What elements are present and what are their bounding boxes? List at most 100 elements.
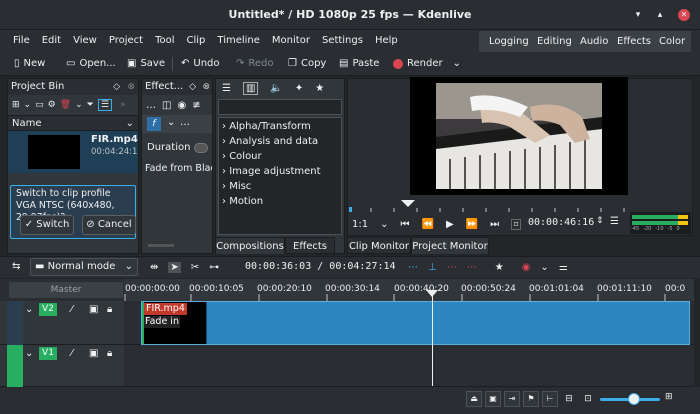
monitor-menu-icon[interactable]: ☰ bbox=[610, 216, 619, 227]
select-tool-icon[interactable]: ➤ bbox=[168, 261, 181, 273]
lock-icon[interactable]: 🔒︎ bbox=[107, 348, 112, 359]
record-icon[interactable]: ◉ bbox=[522, 262, 531, 273]
film-icon[interactable]: ▣ bbox=[89, 348, 98, 359]
effect-category-misc[interactable]: › Misc bbox=[219, 179, 341, 194]
more-icon[interactable]: … bbox=[180, 117, 190, 128]
render-button[interactable]: Render ⌄ bbox=[393, 52, 461, 76]
switch-button[interactable]: ✓ Switch bbox=[20, 215, 74, 235]
effects-search-input[interactable] bbox=[218, 99, 342, 115]
chevron-down-icon[interactable]: ⌄ bbox=[25, 304, 33, 315]
effect-row[interactable]: f ⌄ … bbox=[142, 115, 212, 133]
monitor-timecode[interactable]: 00:00:46:16 bbox=[528, 217, 594, 228]
custom-effect-icon[interactable]: ✦ bbox=[295, 83, 303, 94]
compare-icon[interactable]: ◫ bbox=[162, 100, 171, 111]
open-button[interactable]: ▭ Open... bbox=[66, 52, 116, 76]
workspace-effects[interactable]: Effects bbox=[612, 31, 656, 53]
tab-compositions[interactable]: Compositions bbox=[215, 237, 285, 254]
effect-category-alpha[interactable]: › Alpha/Transform bbox=[219, 119, 341, 134]
workspace-color[interactable]: Color bbox=[654, 31, 690, 53]
settings-icon[interactable]: ⚙ bbox=[48, 100, 56, 110]
eye-icon[interactable]: ◉ bbox=[177, 100, 186, 111]
track-name-v2[interactable]: V2 bbox=[39, 303, 57, 316]
more-icon[interactable]: … bbox=[146, 100, 156, 111]
track-menu-icon[interactable]: ⇆ bbox=[12, 261, 20, 272]
menu-edit[interactable]: Edit bbox=[36, 30, 67, 52]
track-area-v1[interactable] bbox=[124, 345, 694, 387]
extract-icon[interactable]: ⋯ bbox=[467, 262, 477, 273]
duration-slider[interactable] bbox=[194, 143, 208, 153]
chevron-down-icon[interactable]: ⌄ bbox=[25, 348, 33, 359]
workspace-editing[interactable]: Editing bbox=[532, 31, 577, 53]
audio-thumbnail-icon[interactable]: ⇥ bbox=[504, 391, 520, 407]
settings-icon[interactable]: ⚌ bbox=[559, 262, 568, 273]
master-track-button[interactable]: Master bbox=[9, 282, 123, 298]
new-button[interactable]: ▯ New bbox=[14, 52, 45, 76]
audio-icon[interactable]: 🔈 bbox=[270, 83, 282, 94]
tab-clip-monitor[interactable]: Clip Monitor bbox=[347, 237, 411, 254]
zoom-fit-icon[interactable]: ⊡ bbox=[580, 391, 596, 407]
undo-button[interactable]: ↶ Undo bbox=[181, 52, 220, 76]
rewind-icon[interactable]: ⏪ bbox=[421, 219, 433, 230]
skip-forward-icon[interactable]: ⏭ bbox=[490, 219, 499, 230]
effect-category-colour[interactable]: › Colour bbox=[219, 149, 341, 164]
workspace-audio[interactable]: Audio bbox=[575, 31, 613, 53]
add-clip-icon[interactable]: ⊞ bbox=[12, 100, 20, 110]
effect-category-analysis[interactable]: › Analysis and data bbox=[219, 134, 341, 149]
effect-category-image[interactable]: › Image adjustment bbox=[219, 164, 341, 179]
track-target-indicator[interactable] bbox=[7, 345, 23, 387]
monitor-ruler[interactable] bbox=[349, 200, 691, 212]
menu-timeline[interactable]: Timeline bbox=[211, 30, 266, 52]
menu-file[interactable]: File bbox=[7, 30, 36, 52]
track-name-v1[interactable]: V1 bbox=[39, 347, 57, 360]
float-icon[interactable]: ◇ bbox=[113, 79, 120, 95]
zoom-out-icon[interactable]: ⊟ bbox=[561, 391, 577, 407]
spacer-tool-icon[interactable]: ⇹ bbox=[150, 262, 158, 273]
redo-button[interactable]: ↷ Redo bbox=[236, 52, 274, 76]
video-icon[interactable]: ▥ bbox=[242, 81, 259, 95]
overwrite-icon[interactable]: ⊥ bbox=[428, 262, 437, 273]
copy-button[interactable]: ❐ Copy bbox=[288, 52, 326, 76]
favorite-icon[interactable]: ★ bbox=[495, 262, 504, 273]
film-icon[interactable]: ▣ bbox=[485, 391, 501, 407]
menu-tool[interactable]: Tool bbox=[149, 30, 180, 52]
lift-icon[interactable]: ⋯ bbox=[447, 262, 457, 273]
menu-settings[interactable]: Settings bbox=[316, 30, 369, 52]
chevron-down-icon[interactable]: ⌄ bbox=[24, 100, 32, 110]
cancel-button[interactable]: ⊘ Cancel bbox=[82, 215, 136, 235]
lock-icon[interactable]: 🔒︎ bbox=[107, 304, 112, 315]
bin-column-header[interactable]: Name ⌄ bbox=[8, 115, 138, 131]
forward-icon[interactable]: ⏩ bbox=[466, 219, 478, 230]
effect-category-motion[interactable]: › Motion bbox=[219, 194, 341, 209]
tab-project-monitor[interactable]: Project Monitor bbox=[411, 237, 489, 254]
zoom-slider-handle[interactable] bbox=[628, 393, 640, 405]
sliders-icon[interactable]: ≢ bbox=[192, 100, 200, 111]
save-button[interactable]: ▣ Save bbox=[127, 52, 165, 76]
chevron-down-icon[interactable]: ⌄ bbox=[167, 117, 175, 128]
spinner-icon[interactable]: ⇕ bbox=[596, 216, 604, 226]
film-icon[interactable]: ▣ bbox=[89, 304, 98, 315]
panel-close-icon[interactable]: ⊗ bbox=[202, 79, 210, 95]
monitor-video-frame[interactable] bbox=[410, 77, 628, 195]
edit-mode-select[interactable]: ▬ Normal mode ⌄ bbox=[30, 258, 138, 276]
minimize-icon[interactable]: ▾ bbox=[633, 10, 643, 20]
panel-close-icon[interactable]: ⊗ bbox=[127, 79, 135, 95]
filter-icon[interactable]: ⏷ bbox=[87, 100, 94, 110]
skip-back-icon[interactable]: ⏮ bbox=[400, 219, 409, 230]
fit-icon[interactable]: ⏏ bbox=[466, 391, 482, 407]
chevron-down-icon[interactable]: ⌄ bbox=[380, 219, 388, 230]
insert-icon[interactable]: ⋯ bbox=[408, 262, 418, 273]
play-icon[interactable]: ▶ bbox=[446, 219, 454, 230]
delete-icon[interactable]: 🗑 bbox=[60, 100, 71, 110]
float-icon[interactable]: ◇ bbox=[189, 79, 196, 95]
workspace-logging[interactable]: Logging bbox=[484, 31, 534, 53]
expand-icon[interactable]: » bbox=[120, 100, 126, 110]
playhead[interactable] bbox=[432, 292, 433, 386]
effect-wand-icon[interactable]: ⁄ bbox=[71, 304, 73, 315]
resize-handle[interactable] bbox=[148, 244, 174, 247]
chevron-down-icon[interactable]: ⌄ bbox=[540, 262, 548, 273]
menu-help[interactable]: Help bbox=[369, 30, 404, 52]
list-icon[interactable]: ☰ bbox=[222, 83, 231, 94]
menu-view[interactable]: View bbox=[67, 30, 103, 52]
chevron-down-icon[interactable]: ⌄ bbox=[75, 100, 83, 110]
menu-monitor[interactable]: Monitor bbox=[266, 30, 316, 52]
